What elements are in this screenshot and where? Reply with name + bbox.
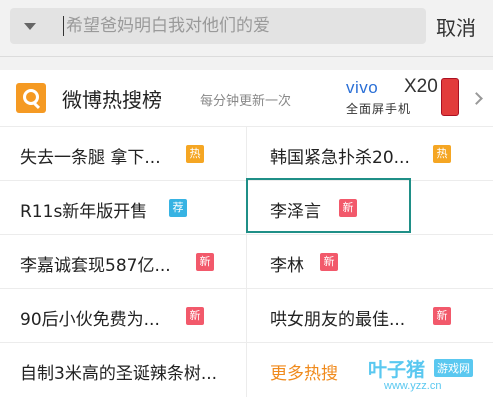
hot-search-item[interactable]: 韩国紧急扑杀20... 热	[246, 127, 493, 181]
watermark-tag: 游戏网	[434, 359, 473, 377]
new-badge: 新	[320, 253, 338, 271]
watermark-name: 叶子猪	[368, 359, 426, 381]
hot-search-logo-icon	[16, 83, 46, 113]
hot-search-title: 微博热搜榜	[62, 88, 162, 112]
hot-search-item[interactable]: 90后小伙免费为... 新	[0, 289, 246, 343]
new-badge: 新	[186, 307, 204, 325]
recommend-badge: 荐	[169, 199, 187, 217]
text-cursor	[63, 16, 64, 36]
search-input[interactable]	[66, 8, 416, 44]
hot-search-item[interactable]: R11s新年版开售 荐	[0, 181, 246, 235]
ad-brand: vivo	[346, 78, 379, 97]
hot-search-item-text: 韩国紧急扑杀20...	[270, 148, 410, 168]
new-badge: 新	[433, 307, 451, 325]
new-badge: 新	[339, 199, 357, 217]
hot-search-item-text: 哄女朋友的最佳...	[270, 310, 406, 330]
site-watermark: 叶子猪 游戏网 www.yzz.cn	[368, 355, 488, 397]
more-hot-search-label: 更多热搜	[270, 364, 338, 384]
hot-search-item-text: 90后小伙免费为...	[20, 310, 160, 330]
search-bar: 取消	[0, 0, 493, 57]
hot-search-item[interactable]: 哄女朋友的最佳... 新	[246, 289, 493, 343]
hot-search-subtitle: 每分钟更新一次	[200, 94, 292, 109]
new-badge: 新	[196, 253, 214, 271]
hot-search-item-text: 李泽言	[270, 202, 321, 222]
hot-search-item[interactable]: 李泽言 新	[246, 181, 493, 235]
hot-search-item-text: 李嘉诚套现587亿...	[20, 256, 171, 276]
hot-search-header[interactable]: 微博热搜榜 每分钟更新一次 vivo X20 全面屏手机	[0, 70, 493, 127]
hot-badge: 热	[433, 145, 451, 163]
ad-model: X20	[404, 76, 438, 97]
ad-slogan: 全面屏手机	[346, 102, 412, 116]
vivo-ad-banner[interactable]: vivo X20 全面屏手机	[346, 76, 464, 118]
hot-search-item-text: 自制3米高的圣诞辣条树...	[20, 364, 218, 384]
hot-search-item-text: R11s新年版开售	[20, 202, 148, 222]
phone-image-icon	[441, 78, 459, 116]
hot-search-item-text: 李林	[270, 256, 304, 276]
watermark-url: www.yzz.cn	[384, 380, 442, 392]
hot-search-item[interactable]: 李林 新	[246, 235, 493, 289]
hot-search-item-text: 失去一条腿 拿下...	[20, 148, 161, 168]
hot-search-item[interactable]: 失去一条腿 拿下... 热	[0, 127, 246, 181]
hot-badge: 热	[186, 145, 204, 163]
hot-search-item[interactable]: 李嘉诚套现587亿... 新	[0, 235, 246, 289]
dropdown-caret-icon[interactable]	[24, 23, 36, 30]
hot-search-item[interactable]: 自制3米高的圣诞辣条树...	[0, 343, 246, 397]
hot-search-card: 微博热搜榜 每分钟更新一次 vivo X20 全面屏手机 失去一条腿 拿下...…	[0, 70, 493, 400]
search-box[interactable]	[10, 8, 426, 44]
cancel-button[interactable]: 取消	[436, 11, 476, 41]
chevron-right-icon[interactable]	[470, 92, 483, 105]
